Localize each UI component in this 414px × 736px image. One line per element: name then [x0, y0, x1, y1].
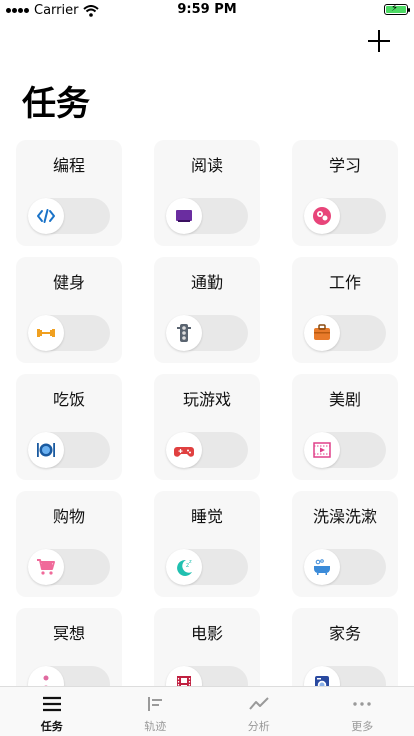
- task-label: 玩游戏: [182, 390, 231, 409]
- brain-gears-icon: [304, 198, 340, 234]
- svg-text:z: z: [189, 559, 192, 565]
- page-title: 任务: [22, 84, 90, 124]
- add-task-button[interactable]: [368, 30, 390, 52]
- task-label: 家务: [328, 624, 361, 643]
- task-label: 编程: [52, 156, 85, 175]
- list-icon: [41, 695, 63, 713]
- traffic-light-icon: [166, 315, 202, 351]
- task-label: 睡觉: [190, 507, 223, 526]
- tab-timeline[interactable]: 轨迹: [104, 687, 208, 736]
- tab-label: 轨迹: [144, 720, 167, 733]
- task-label: 电影: [190, 624, 223, 643]
- task-label: 健身: [52, 273, 85, 292]
- film-play-icon: [304, 432, 340, 468]
- tab-trend-chart[interactable]: 分析: [207, 687, 311, 736]
- task-label: 购物: [52, 507, 85, 526]
- trend-chart-icon: [248, 695, 270, 713]
- battery-icon: ⚡: [384, 3, 410, 15]
- task-label: 冥想: [52, 624, 85, 643]
- task-label: 工作: [328, 273, 361, 292]
- task-card[interactable]: 睡觉 z z: [154, 491, 260, 597]
- status-bar: Carrier 9:59 PM ⚡: [0, 0, 414, 20]
- task-label: 洗澡洗漱: [312, 507, 377, 526]
- task-card[interactable]: 家务: [292, 608, 398, 686]
- task-card[interactable]: 编程: [16, 140, 122, 246]
- task-card[interactable]: 吃饭: [16, 374, 122, 480]
- dumbbell-icon: [28, 315, 64, 351]
- code-icon: [28, 198, 64, 234]
- task-card[interactable]: 洗澡洗漱: [292, 491, 398, 597]
- moon-sleep-icon: zz: [166, 549, 202, 585]
- tab-label: 任务: [40, 720, 63, 733]
- status-time: 9:59 PM: [177, 2, 237, 17]
- task-card[interactable]: 健身: [16, 257, 122, 363]
- task-card[interactable]: 阅读: [154, 140, 260, 246]
- task-card[interactable]: 通勤: [154, 257, 260, 363]
- task-card[interactable]: 玩游戏: [154, 374, 260, 480]
- tab-label: 更多: [351, 720, 374, 733]
- book-icon: [166, 198, 202, 234]
- task-card[interactable]: 冥想: [16, 608, 122, 686]
- gamepad-icon: [166, 432, 202, 468]
- task-card[interactable]: 电影: [154, 608, 260, 686]
- tab-more-dots[interactable]: 更多: [311, 687, 414, 736]
- task-label: 美剧: [328, 390, 361, 409]
- task-grid: 编程 阅读 学习健身 通勤 工作吃饭 玩游戏 美剧购物 睡觉 z z 洗澡洗漱冥想 电影 家务: [16, 140, 398, 686]
- tab-bar: 任务 轨迹 分析 更多: [0, 686, 414, 736]
- more-dots-icon: [351, 695, 373, 713]
- bathtub-icon: [304, 549, 340, 585]
- task-label: 学习: [328, 156, 361, 175]
- task-label: 通勤: [190, 273, 223, 292]
- task-card[interactable]: 美剧: [292, 374, 398, 480]
- task-label: 阅读: [190, 156, 223, 175]
- tab-label: 分析: [247, 720, 270, 733]
- shopping-cart-icon: [28, 549, 64, 585]
- timeline-icon: [144, 695, 166, 713]
- tab-list[interactable]: 任务: [0, 687, 104, 736]
- task-card[interactable]: 工作: [292, 257, 398, 363]
- task-card[interactable]: 学习: [292, 140, 398, 246]
- task-label: 吃饭: [52, 390, 85, 409]
- plate-cutlery-icon: [28, 432, 64, 468]
- task-card[interactable]: 购物: [16, 491, 122, 597]
- briefcase-icon: [304, 315, 340, 351]
